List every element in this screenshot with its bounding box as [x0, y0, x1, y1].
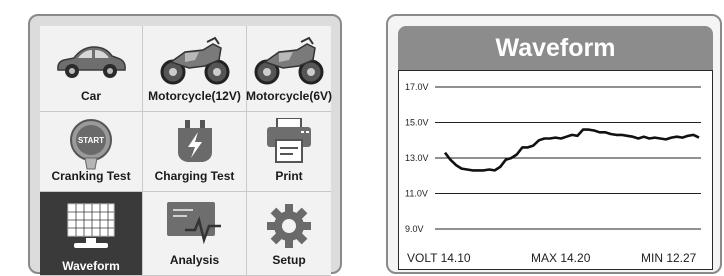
menu-item-label: Cranking Test — [51, 169, 131, 183]
y-tick-label: 13.0V — [405, 153, 429, 163]
menu-item-label: Car — [80, 89, 101, 103]
motorcycle-icon — [254, 36, 324, 85]
y-tick-label: 11.0V — [405, 189, 428, 199]
start-icon-text: START — [78, 136, 104, 145]
monitor-waveform-icon — [67, 203, 115, 248]
menu-item-label: Motorcycle(6V) — [245, 89, 333, 103]
menu-item-label: Analysis — [169, 253, 220, 267]
car-icon — [57, 46, 126, 78]
printer-icon — [267, 118, 311, 163]
menu-item-motorcycle-6v[interactable]: Motorcycle(6V) — [245, 26, 333, 112]
analysis-screen-icon — [166, 202, 221, 245]
menu-item-label: Waveform — [62, 259, 120, 273]
menu-item-print[interactable]: Print — [247, 112, 331, 192]
gear-icon — [267, 204, 311, 248]
menu-item-cranking-test[interactable]: START Cranking Test — [40, 112, 143, 192]
voltage-series-line — [443, 128, 700, 172]
waveform-chart-svg: 17.0V 15.0V 13.0V 11.0V 9.0V — [405, 82, 701, 234]
menu-item-waveform[interactable]: Waveform — [40, 192, 143, 276]
main-menu-panel: Car Motorcycle(12V) Motorcycle(6V) START… — [28, 14, 342, 276]
volt-readout: VOLT 14.10 — [407, 251, 471, 265]
menu-item-label: Setup — [272, 253, 306, 267]
menu-item-analysis[interactable]: Analysis — [143, 192, 247, 276]
battery-charge-icon — [177, 120, 212, 162]
menu-item-label: Motorcycle(12V) — [148, 89, 241, 103]
waveform-chart: 17.0V 15.0V 13.0V 11.0V 9.0V VOLT 14.10 MAX … — [398, 70, 713, 270]
menu-item-label: Charging Test — [154, 169, 235, 183]
y-tick-label: 9.0V — [405, 224, 424, 234]
y-tick-label: 17.0V — [405, 82, 429, 92]
y-tick-label: 15.0V — [405, 118, 429, 128]
waveform-header: Waveform — [398, 26, 713, 70]
menu-item-setup[interactable]: Setup — [247, 192, 331, 276]
menu-item-charging-test[interactable]: Charging Test — [143, 112, 247, 192]
max-readout: MAX 14.20 — [531, 251, 591, 265]
start-button-icon: START — [70, 119, 112, 170]
menu-item-car[interactable]: Car — [40, 26, 143, 112]
waveform-panel: Waveform 17.0V 15.0V 13.0V 11.0V 9.0V VOLT 1… — [386, 14, 722, 274]
menu-item-motorcycle-12v[interactable]: Motorcycle(12V) — [143, 26, 247, 112]
waveform-title: Waveform — [495, 33, 616, 62]
motorcycle-icon — [160, 36, 229, 85]
menu-grid: Car Motorcycle(12V) Motorcycle(6V) START… — [40, 26, 333, 276]
min-readout: MIN 12.27 — [641, 251, 697, 265]
menu-item-label: Print — [275, 169, 303, 183]
